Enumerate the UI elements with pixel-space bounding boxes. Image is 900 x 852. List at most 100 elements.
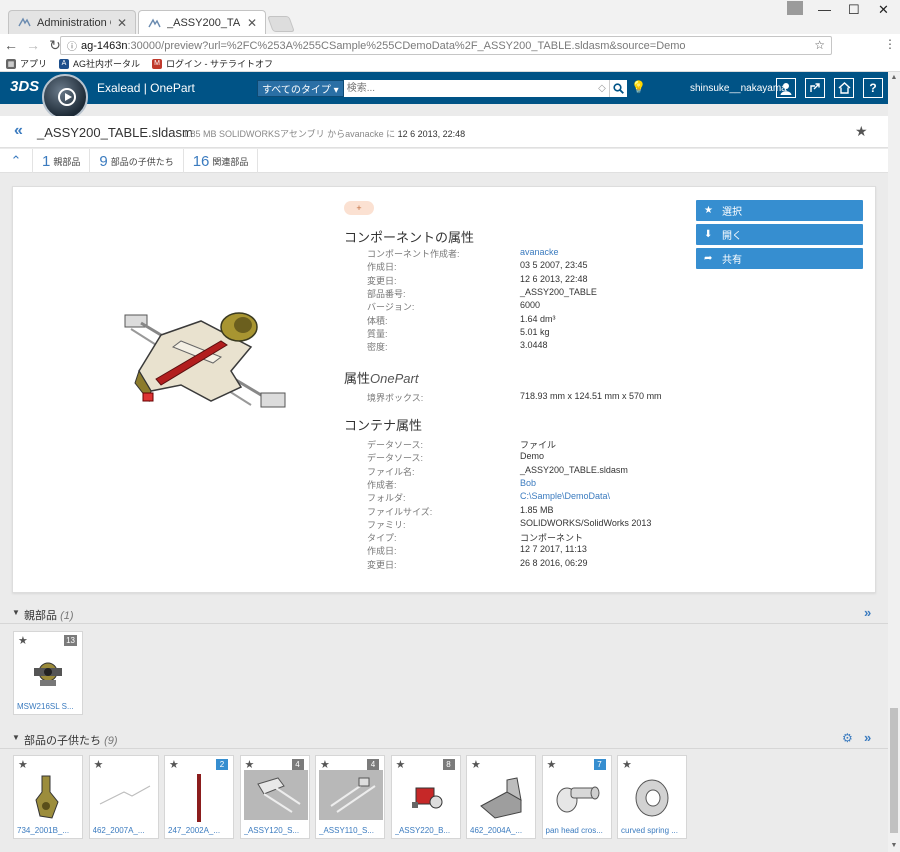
property-value-link[interactable]: C:\Sample\DemoData\ bbox=[520, 491, 610, 501]
part-label[interactable]: 462_2007A_... bbox=[93, 826, 157, 835]
children-section-header[interactable]: ▼ 部品の子供たち (9) ⚙ » bbox=[0, 729, 888, 749]
favorite-star-icon[interactable]: ★ bbox=[18, 634, 28, 647]
double-chevron-right-icon[interactable]: » bbox=[864, 730, 871, 745]
property-value-link[interactable]: Bob bbox=[520, 478, 536, 488]
back-arrow-icon[interactable]: ← bbox=[0, 37, 22, 53]
double-chevron-right-icon[interactable]: » bbox=[864, 605, 871, 620]
property-row: 境界ボックス: 718.93 mm x 124.51 mm x 570 mm bbox=[367, 391, 687, 404]
minimize-icon[interactable]: — bbox=[818, 2, 831, 17]
favorite-star-icon[interactable]: ★ bbox=[396, 758, 406, 771]
part-thumbnail[interactable] bbox=[547, 772, 607, 822]
favorite-star-icon[interactable]: ★ bbox=[18, 758, 28, 771]
part-card[interactable]: ★ 7 pan head cros... bbox=[541, 755, 612, 839]
property-key: データソース: bbox=[367, 440, 424, 450]
part-card[interactable]: ★ curved spring ... bbox=[617, 755, 687, 839]
part-label[interactable]: _ASSY110_S... bbox=[319, 826, 383, 835]
part-thumbnail[interactable] bbox=[18, 648, 78, 698]
bookmark-ag-portal[interactable]: A AG社内ポータル bbox=[59, 57, 140, 70]
caret-down-icon[interactable]: ▼ bbox=[12, 733, 20, 742]
help-icon[interactable]: ? bbox=[863, 78, 883, 98]
add-tag-button[interactable]: + bbox=[344, 201, 374, 215]
favorite-star-icon[interactable]: ★ bbox=[622, 758, 632, 771]
share-icon[interactable] bbox=[805, 78, 825, 98]
part-label[interactable]: _ASSY220_B... bbox=[395, 826, 459, 835]
profile-icon[interactable] bbox=[787, 1, 803, 15]
part-card[interactable]: ★ 4 _ASSY120_S... bbox=[239, 755, 310, 839]
browser-tab-admin-console[interactable]: Administration Console ✕ bbox=[8, 10, 136, 34]
menu-dots-icon[interactable]: ⋮ bbox=[884, 37, 896, 51]
assembly-thumbnail[interactable] bbox=[121, 301, 291, 417]
property-key: ファイル名: bbox=[367, 466, 415, 477]
page-title: _ASSY200_TABLE.sldasm bbox=[37, 125, 193, 140]
part-thumbnail[interactable] bbox=[94, 772, 154, 822]
scrollbar-thumb[interactable] bbox=[890, 708, 898, 833]
favorite-star-icon[interactable]: ★ bbox=[547, 758, 557, 771]
part-card[interactable]: ★ 462_2007A_... bbox=[88, 755, 159, 839]
forward-arrow-icon[interactable]: → bbox=[22, 37, 44, 53]
search-button[interactable] bbox=[609, 80, 627, 97]
count-badge: 4 bbox=[367, 759, 379, 770]
info-icon[interactable]: ⓘ bbox=[67, 38, 77, 53]
favorite-star-icon[interactable]: ★ bbox=[471, 758, 481, 771]
type-select[interactable]: すべてのタイプ ▾ bbox=[257, 80, 344, 97]
property-value-link[interactable]: avanacke bbox=[520, 247, 559, 257]
home-icon[interactable] bbox=[834, 78, 854, 98]
share-button[interactable]: ➦ 共有 bbox=[696, 248, 863, 269]
scroll-up-arrow-icon[interactable]: ▲ bbox=[888, 72, 900, 84]
cube-icon[interactable]: ◇ bbox=[595, 83, 609, 94]
part-label[interactable]: 734_2001B_... bbox=[17, 826, 81, 835]
part-thumbnail[interactable] bbox=[396, 772, 456, 822]
part-thumbnail[interactable] bbox=[243, 770, 308, 820]
maximize-icon[interactable]: ☐ bbox=[848, 2, 860, 18]
double-chevron-up-icon[interactable]: ⌃ bbox=[0, 149, 33, 173]
parents-section-header[interactable]: ▼ 親部品 (1) » bbox=[0, 604, 888, 624]
tab-children[interactable]: 9 部品の子供たち bbox=[90, 149, 184, 173]
part-label[interactable]: 462_2004A_... bbox=[470, 826, 534, 835]
gear-icon[interactable]: ⚙ bbox=[842, 731, 853, 745]
part-thumbnail[interactable] bbox=[18, 772, 78, 822]
part-card[interactable]: ★ 8 _ASSY220_B... bbox=[390, 755, 461, 839]
open-button[interactable]: ⬇ 開く bbox=[696, 224, 863, 245]
lightbulb-icon[interactable]: 💡 bbox=[631, 80, 646, 94]
favorite-star-icon[interactable]: ★ bbox=[169, 758, 179, 771]
username[interactable]: shinsuke__nakayama bbox=[690, 83, 787, 94]
address-bar[interactable]: ⓘ ag-1463n :30000/preview?url=%2FC%253A%… bbox=[60, 36, 832, 55]
property-key: データソース: bbox=[367, 453, 424, 464]
part-label[interactable]: 247_2002A_... bbox=[168, 826, 232, 835]
part-card[interactable]: ★ 4 _ASSY110_S... bbox=[315, 755, 385, 839]
favorite-star-icon[interactable]: ★ bbox=[94, 758, 104, 771]
part-card[interactable]: ★ 13 MSW216SL S... bbox=[13, 631, 83, 715]
browser-tab-assy200[interactable]: _ASSY200_TABLE.sldasm ✕ bbox=[138, 10, 266, 35]
page-scrollbar[interactable]: ▲ ▼ bbox=[888, 72, 900, 852]
scroll-down-arrow-icon[interactable]: ▼ bbox=[888, 840, 900, 852]
bookmark-star-icon[interactable]: ☆ bbox=[814, 38, 825, 52]
window-close-icon[interactable]: ✕ bbox=[878, 2, 889, 18]
part-thumbnail[interactable] bbox=[169, 772, 229, 822]
part-thumbnail[interactable] bbox=[471, 772, 531, 822]
part-label[interactable]: curved spring ... bbox=[621, 826, 685, 835]
search-input[interactable] bbox=[343, 81, 595, 96]
part-label[interactable]: MSW216SL S... bbox=[17, 702, 81, 711]
close-icon[interactable]: ✕ bbox=[247, 16, 257, 30]
double-chevron-left-icon[interactable]: « bbox=[14, 122, 23, 140]
part-label[interactable]: _ASSY120_S... bbox=[244, 826, 308, 835]
part-label[interactable]: pan head cros... bbox=[546, 826, 610, 835]
user-icon[interactable] bbox=[776, 78, 796, 98]
compass-icon[interactable] bbox=[42, 74, 88, 120]
part-thumbnail[interactable] bbox=[319, 770, 383, 820]
bookmark-satellite-login[interactable]: M ログイン - サテライトオフ bbox=[152, 57, 273, 70]
bookmark-apps[interactable]: ▦ アプリ bbox=[6, 57, 47, 70]
part-thumbnail[interactable] bbox=[622, 772, 682, 822]
close-icon[interactable]: ✕ bbox=[117, 16, 127, 30]
part-card[interactable]: ★ 462_2004A_... bbox=[466, 755, 536, 839]
part-card[interactable]: ★ 2 247_2002A_... bbox=[164, 755, 234, 839]
property-row: 部品番号: _ASSY200_TABLE bbox=[367, 287, 687, 300]
part-card[interactable]: ★ 734_2001B_... bbox=[13, 755, 83, 839]
tab-parents[interactable]: 1 親部品 bbox=[33, 149, 91, 173]
favorite-star-icon[interactable]: ★ bbox=[855, 123, 868, 140]
property-row: タイプ: コンポーネント bbox=[367, 531, 687, 544]
select-button[interactable]: ★ 選択 bbox=[696, 200, 863, 221]
new-tab-button[interactable] bbox=[267, 16, 295, 32]
tab-related[interactable]: 16 関連部品 bbox=[184, 149, 259, 173]
caret-down-icon[interactable]: ▼ bbox=[12, 608, 20, 617]
